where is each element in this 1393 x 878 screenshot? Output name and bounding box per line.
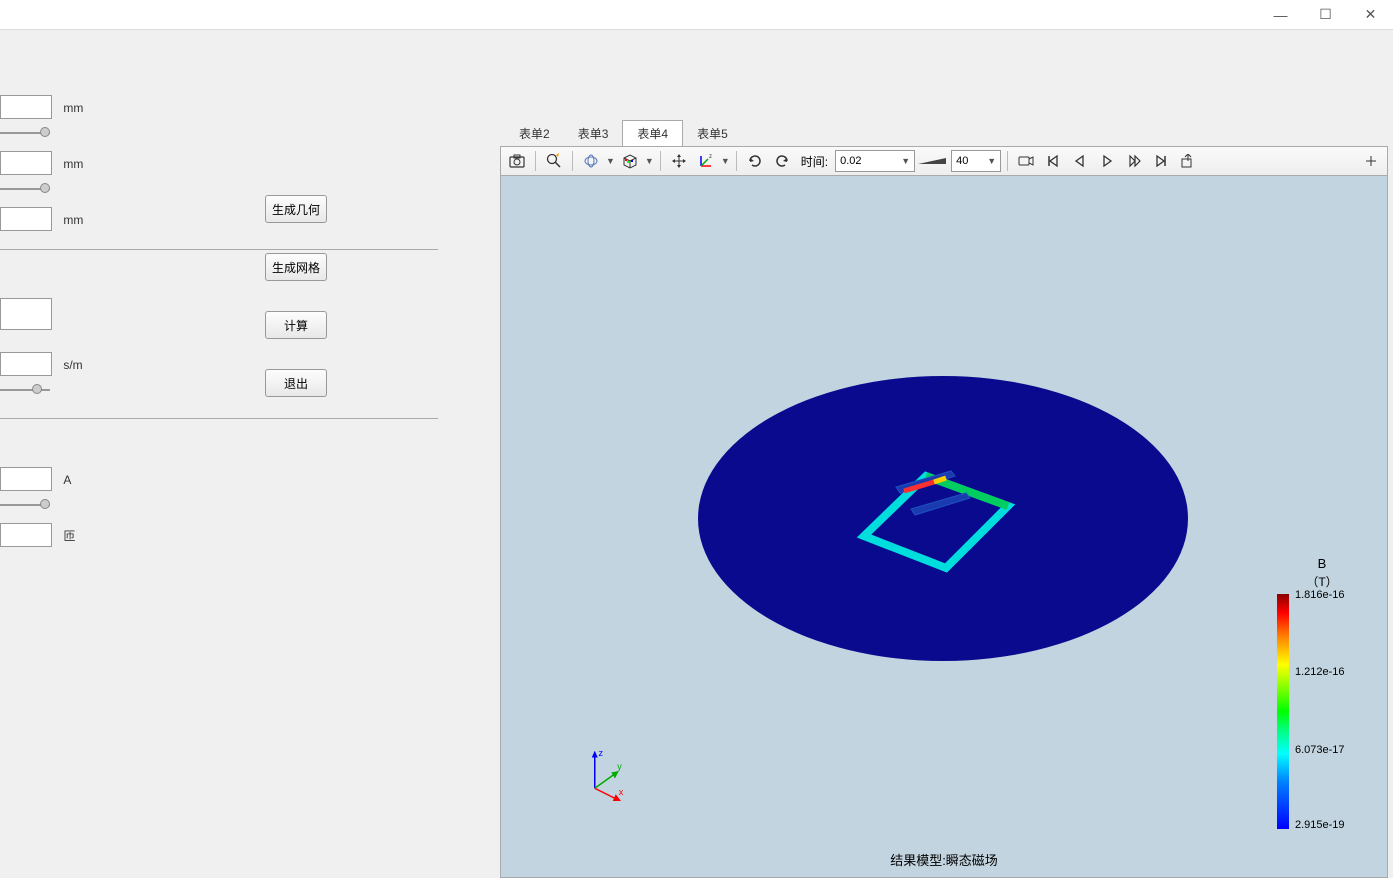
record-icon[interactable] xyxy=(1014,149,1038,173)
colorbar-unit: （T） xyxy=(1277,573,1367,590)
compute-button[interactable]: 计算 xyxy=(265,311,327,339)
param-input-7[interactable] xyxy=(0,523,52,547)
next-frame-icon[interactable] xyxy=(1122,149,1146,173)
generate-mesh-button[interactable]: 生成网格 xyxy=(265,253,327,281)
colorbar-label: 2.915e-19 xyxy=(1295,819,1345,831)
minimize-button[interactable]: — xyxy=(1258,0,1303,30)
param-input-3[interactable] xyxy=(0,207,52,231)
export-icon[interactable] xyxy=(1176,149,1200,173)
param-row: mm xyxy=(0,207,490,231)
unit-label: mm xyxy=(63,213,83,227)
slider-1[interactable] xyxy=(0,123,50,143)
colorbar-label: 1.212e-16 xyxy=(1295,666,1345,678)
param-input-6[interactable] xyxy=(0,467,52,491)
expand-icon[interactable] xyxy=(1359,149,1383,173)
transparency-icon[interactable] xyxy=(579,149,603,173)
close-button[interactable]: ✕ xyxy=(1348,0,1393,30)
colorbar-label: 6.073e-17 xyxy=(1295,744,1345,756)
divider xyxy=(0,249,438,250)
main-area: mm mm mm s/m xyxy=(0,30,1393,867)
play-icon[interactable] xyxy=(1095,149,1119,173)
rotate-ccw-icon[interactable] xyxy=(743,149,767,173)
tab-form3[interactable]: 表单3 xyxy=(564,120,623,146)
param-input-2[interactable] xyxy=(0,151,52,175)
param-row: mm xyxy=(0,95,490,143)
sim-coil-geometry xyxy=(856,466,1026,586)
exit-button[interactable]: 退出 xyxy=(265,369,327,397)
time-label: 时间: xyxy=(801,153,828,170)
param-row: s/m xyxy=(0,352,490,400)
time-dropdown[interactable]: 0.02 ▼ xyxy=(835,150,915,172)
dropdown-caret-icon[interactable]: ▼ xyxy=(721,156,730,166)
frame-dropdown[interactable]: 40 ▼ xyxy=(951,150,1001,172)
first-frame-icon[interactable] xyxy=(1041,149,1065,173)
dropdown-caret-icon[interactable]: ▼ xyxy=(606,156,615,166)
tabs: 表单2 表单3 表单4 表单5 xyxy=(505,120,1388,146)
param-input-1[interactable] xyxy=(0,95,52,119)
colorbar-legend: B （T） 1.816e-16 1.212e-16 6.073e-17 2.91… xyxy=(1277,556,1367,829)
param-row xyxy=(0,298,490,330)
action-buttons: 生成几何 生成网格 计算 退出 xyxy=(265,195,327,397)
scale-indicator-icon xyxy=(918,157,948,165)
cube-color-icon[interactable] xyxy=(618,149,642,173)
param-input-4[interactable] xyxy=(0,298,52,330)
tab-form5[interactable]: 表单5 xyxy=(683,120,742,146)
slider-6[interactable] xyxy=(0,495,50,515)
sidebar: mm mm mm s/m xyxy=(0,30,500,867)
viewport-container: 表单2 表单3 表单4 表单5 ▼ ▼ xyxy=(500,30,1393,867)
last-frame-icon[interactable] xyxy=(1149,149,1173,173)
colorbar-label: 1.816e-16 xyxy=(1295,589,1345,601)
slider-2[interactable] xyxy=(0,179,50,199)
tab-form4[interactable]: 表单4 xyxy=(622,120,683,146)
param-row: mm xyxy=(0,151,490,199)
zoom-icon[interactable] xyxy=(542,149,566,173)
unit-label: s/m xyxy=(63,358,82,372)
camera-icon[interactable] xyxy=(505,149,529,173)
unit-label: 匝 xyxy=(63,527,75,544)
svg-text:x: x xyxy=(619,787,624,797)
prev-frame-icon[interactable] xyxy=(1068,149,1092,173)
colorbar-gradient xyxy=(1277,594,1289,829)
svg-text:z: z xyxy=(709,154,712,160)
axis-triad: z y x xyxy=(576,747,636,807)
colorbar-title: B xyxy=(1277,556,1367,571)
param-row: A xyxy=(0,467,490,515)
param-row: 匝 xyxy=(0,523,490,547)
axis-view-icon[interactable]: z xyxy=(694,149,718,173)
unit-label: mm xyxy=(63,101,83,115)
svg-text:z: z xyxy=(599,748,604,758)
generate-geometry-button[interactable]: 生成几何 xyxy=(265,195,327,223)
svg-text:y: y xyxy=(617,762,622,772)
tab-form2[interactable]: 表单2 xyxy=(505,120,564,146)
result-caption: 结果模型:瞬态磁场 xyxy=(890,850,998,869)
slider-5[interactable] xyxy=(0,380,50,400)
rotate-cw-icon[interactable] xyxy=(770,149,794,173)
maximize-button[interactable]: ☐ xyxy=(1303,0,1348,30)
3d-viewport[interactable]: z y x B （T） 1.816e-16 1.212e-16 xyxy=(500,176,1388,878)
param-input-5[interactable] xyxy=(0,352,52,376)
titlebar: — ☐ ✕ xyxy=(0,0,1393,30)
toolbar: ▼ ▼ z ▼ 时间: 0.02 ▼ xyxy=(500,146,1388,176)
dropdown-caret-icon[interactable]: ▼ xyxy=(645,156,654,166)
unit-label: A xyxy=(63,473,71,487)
divider xyxy=(0,418,438,419)
pan-icon[interactable] xyxy=(667,149,691,173)
unit-label: mm xyxy=(63,157,83,171)
